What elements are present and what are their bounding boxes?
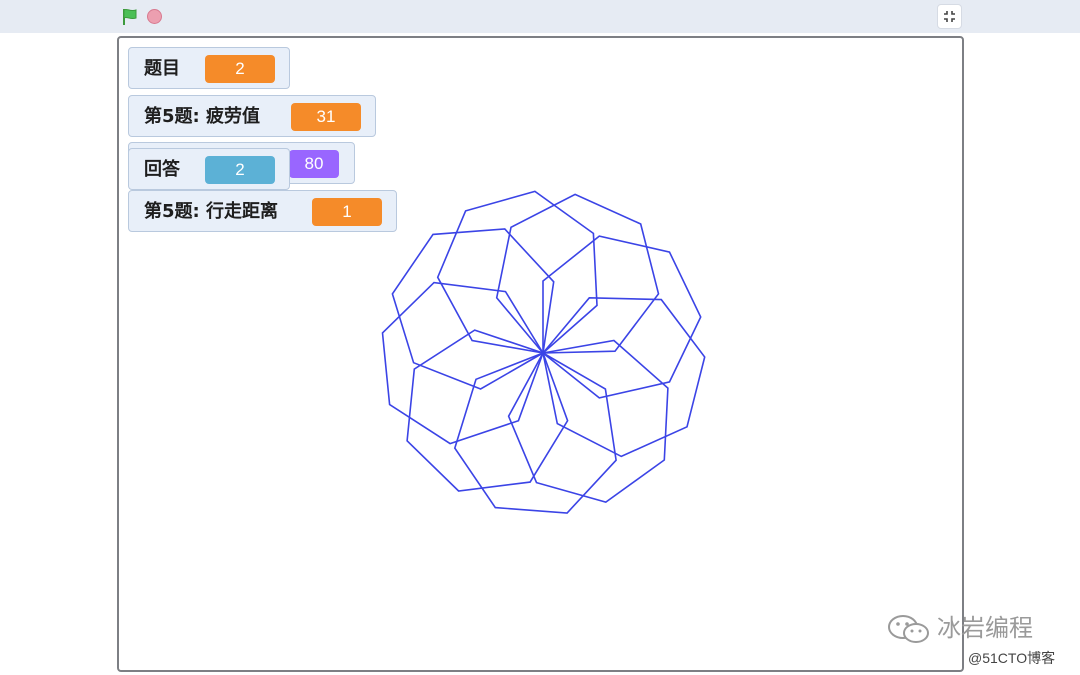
watermark-source: @51CTO博客 [968,650,1056,666]
variable-monitor-answer[interactable]: 回答 2 [128,148,290,190]
monitor-label: 第5题: 疲劳值 [144,106,260,127]
heptagon-stroke [542,296,706,458]
heptagon-stroke [495,193,660,354]
monitor-label: 回答 [144,159,180,180]
unfullscreen-button[interactable] [937,4,962,29]
unfullscreen-icon [944,11,955,22]
heptagon-stroke [406,329,569,492]
wechat-icon [888,615,929,643]
stop-sign-icon[interactable] [147,9,162,24]
variable-monitor-fatigue[interactable]: 第5题: 疲劳值 31 [128,95,376,137]
watermark-brand: 冰岩编程 [885,612,1055,646]
green-flag-icon[interactable] [121,8,139,26]
monitor-label: 第5题: 行走距离 [144,201,278,222]
monitor-value: 2 [205,55,275,83]
stage-canvas[interactable]: 题目 2 第5题: 疲劳值 31 80 回答 2 第5题: 行走距离 1 [117,36,964,672]
watermark-brand-text: 冰岩编程 [937,614,1033,642]
heptagon-stroke [436,190,598,354]
stage-header-bar [0,0,1080,33]
monitor-label: 题目 [144,58,180,79]
variable-monitor-question[interactable]: 题目 2 [128,47,290,89]
heptagon-stroke [391,228,555,390]
monitor-value: 1 [312,198,382,226]
monitor-value: 31 [291,103,361,131]
monitor-value: 2 [205,156,275,184]
monitor-value: 80 [289,150,339,178]
variable-monitor-distance[interactable]: 第5题: 行走距离 1 [128,190,397,232]
heptagon-stroke [542,235,702,399]
